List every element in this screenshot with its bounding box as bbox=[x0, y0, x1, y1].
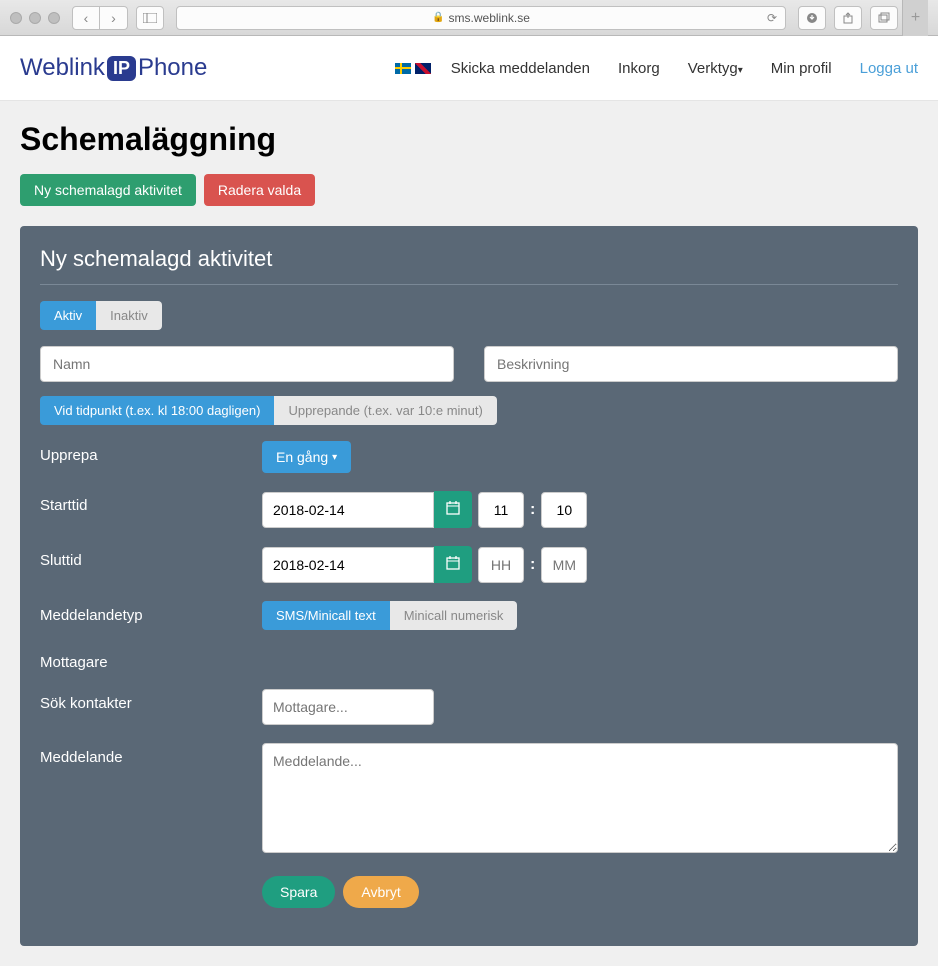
msgtype-sms-button[interactable]: SMS/Minicall text bbox=[262, 601, 390, 630]
nav-logout[interactable]: Logga ut bbox=[860, 60, 918, 77]
flag-sweden-icon[interactable] bbox=[395, 63, 411, 74]
message-label: Meddelande bbox=[40, 743, 262, 766]
logo-badge: IP bbox=[107, 56, 136, 81]
tabs-button[interactable] bbox=[870, 6, 898, 30]
end-calendar-button[interactable] bbox=[434, 546, 472, 583]
logo-text-1: Weblink bbox=[20, 54, 105, 82]
end-date-input[interactable] bbox=[262, 547, 434, 583]
calendar-icon bbox=[446, 501, 460, 515]
start-hour-input[interactable] bbox=[478, 492, 524, 528]
search-contacts-label: Sök kontakter bbox=[40, 689, 262, 712]
chevron-down-icon: ▾ bbox=[738, 65, 743, 76]
description-input[interactable] bbox=[484, 346, 898, 382]
page-title: Schemaläggning bbox=[20, 121, 918, 158]
calendar-icon bbox=[446, 556, 460, 570]
end-label: Sluttid bbox=[40, 546, 262, 569]
sidebar-toggle-button[interactable] bbox=[136, 6, 164, 30]
flag-uk-icon[interactable] bbox=[415, 63, 431, 74]
minimize-window-icon[interactable] bbox=[29, 12, 41, 24]
msgtype-numeric-button[interactable]: Minicall numerisk bbox=[390, 601, 518, 630]
save-button[interactable]: Spara bbox=[262, 876, 335, 908]
url-text: sms.weblink.se bbox=[449, 11, 530, 25]
start-date-input[interactable] bbox=[262, 492, 434, 528]
nav-send[interactable]: Skicka meddelanden bbox=[451, 60, 590, 77]
repeat-value: En gång bbox=[276, 449, 328, 465]
downloads-button[interactable] bbox=[798, 6, 826, 30]
panel-title: Ny schemalagd aktivitet bbox=[40, 246, 898, 285]
start-label: Starttid bbox=[40, 491, 262, 514]
language-flags bbox=[395, 63, 431, 74]
forward-button[interactable]: › bbox=[100, 6, 128, 30]
message-textarea[interactable] bbox=[262, 743, 898, 853]
status-inactive-button[interactable]: Inaktiv bbox=[96, 301, 162, 330]
nav-inbox[interactable]: Inkorg bbox=[618, 60, 660, 77]
end-minute-input[interactable] bbox=[541, 547, 587, 583]
new-activity-button[interactable]: Ny schemalagd aktivitet bbox=[20, 174, 196, 206]
new-tab-button[interactable]: + bbox=[902, 0, 928, 36]
reload-icon[interactable]: ⟳ bbox=[767, 11, 777, 25]
back-button[interactable]: ‹ bbox=[72, 6, 100, 30]
recipients-label: Mottagare bbox=[40, 648, 262, 671]
window-controls bbox=[10, 12, 60, 24]
cancel-button[interactable]: Avbryt bbox=[343, 876, 418, 908]
start-calendar-button[interactable] bbox=[434, 491, 472, 528]
end-hour-input[interactable] bbox=[478, 547, 524, 583]
activity-panel: Ny schemalagd aktivitet Aktiv Inaktiv Vi… bbox=[20, 226, 918, 946]
logo[interactable]: Weblink IP Phone bbox=[20, 54, 207, 82]
browser-titlebar: ‹ › 🔒 sms.weblink.se ⟳ + bbox=[0, 0, 938, 36]
repeat-dropdown[interactable]: En gång ▾ bbox=[262, 441, 351, 473]
status-toggle: Aktiv Inaktiv bbox=[40, 301, 898, 330]
repeat-label: Upprepa bbox=[40, 441, 262, 464]
msgtype-label: Meddelandetyp bbox=[40, 601, 262, 624]
address-bar[interactable]: 🔒 sms.weblink.se ⟳ bbox=[176, 6, 786, 30]
nav-tools[interactable]: Verktyg▾ bbox=[688, 60, 743, 77]
top-nav: Weblink IP Phone Skicka meddelanden Inko… bbox=[0, 36, 938, 101]
time-separator: : bbox=[530, 556, 535, 574]
recipients-search-input[interactable] bbox=[262, 689, 434, 725]
close-window-icon[interactable] bbox=[10, 12, 22, 24]
nav-tools-label: Verktyg bbox=[688, 60, 738, 77]
timing-at-button[interactable]: Vid tidpunkt (t.ex. kl 18:00 dagligen) bbox=[40, 396, 274, 425]
lock-icon: 🔒 bbox=[432, 12, 444, 23]
maximize-window-icon[interactable] bbox=[48, 12, 60, 24]
chevron-down-icon: ▾ bbox=[332, 452, 337, 463]
status-active-button[interactable]: Aktiv bbox=[40, 301, 96, 330]
logo-text-2: Phone bbox=[138, 54, 207, 82]
time-separator: : bbox=[530, 501, 535, 519]
delete-selected-button[interactable]: Radera valda bbox=[204, 174, 315, 206]
timing-repeat-button[interactable]: Upprepande (t.ex. var 10:e minut) bbox=[274, 396, 496, 425]
timing-toggle: Vid tidpunkt (t.ex. kl 18:00 dagligen) U… bbox=[40, 396, 898, 425]
start-minute-input[interactable] bbox=[541, 492, 587, 528]
share-button[interactable] bbox=[834, 6, 862, 30]
name-input[interactable] bbox=[40, 346, 454, 382]
nav-profile[interactable]: Min profil bbox=[771, 60, 832, 77]
